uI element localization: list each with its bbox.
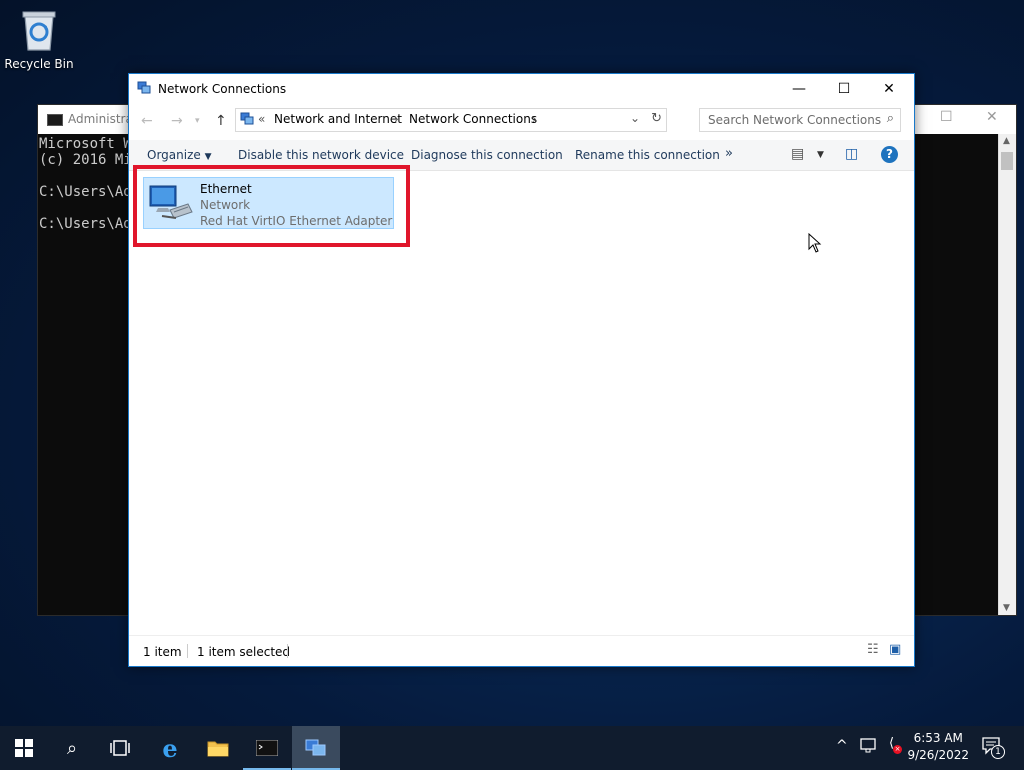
address-location-icon: [240, 112, 254, 125]
network-connections-window[interactable]: Network Connections — ☐ ✕ ← → ▾ ↑ « Netw…: [128, 73, 915, 667]
search-icon[interactable]: ⌕: [887, 111, 894, 126]
task-view-button[interactable]: [96, 726, 144, 770]
up-arrow-icon[interactable]: ↑: [215, 113, 227, 129]
view-dropdown-icon[interactable]: ▼: [817, 150, 824, 160]
network-tray-button[interactable]: [860, 738, 878, 757]
status-divider: [287, 644, 288, 658]
internet-explorer-button[interactable]: e: [146, 726, 194, 770]
clock-time: 6:53 AM: [913, 731, 963, 745]
network-tray-icon: [860, 738, 876, 753]
breadcrumb-network-connections[interactable]: Network Connections: [409, 112, 537, 126]
recent-locations-icon[interactable]: ▾: [195, 116, 200, 126]
change-view-icon[interactable]: ▤: [791, 146, 804, 162]
breadcrumb-overflow[interactable]: «: [258, 112, 265, 126]
volume-muted-badge-icon: ×: [893, 745, 902, 754]
search-box[interactable]: Search Network Connections ⌕: [699, 108, 901, 132]
cmd-icon: [256, 740, 278, 756]
scroll-down-icon[interactable]: ▼: [1003, 603, 1010, 613]
close-button[interactable]: ✕: [867, 78, 911, 100]
more-commands-button[interactable]: »: [725, 146, 733, 161]
minimize-button[interactable]: —: [777, 78, 821, 100]
highlight-ethernet-item: [133, 165, 410, 247]
search-placeholder: Search Network Connections: [708, 113, 882, 127]
recycle-bin-shortcut[interactable]: Recycle Bin: [4, 6, 74, 71]
organize-menu[interactable]: Organize ▼: [147, 148, 212, 162]
show-hidden-icons-chevron-icon[interactable]: ^: [836, 738, 848, 754]
refresh-icon[interactable]: ↻: [651, 111, 662, 126]
internet-explorer-icon: e: [162, 733, 178, 763]
action-center-button[interactable]: 1: [982, 737, 1005, 759]
windows-logo-icon: [15, 739, 33, 757]
forward-arrow-icon[interactable]: →: [171, 113, 183, 129]
item-count: 1 item: [143, 645, 182, 659]
breadcrumb-network-and-internet[interactable]: Network and Internet: [274, 112, 402, 126]
help-icon[interactable]: ?: [881, 146, 898, 163]
search-icon: ⌕: [66, 737, 78, 759]
diagnose-connection-button[interactable]: Diagnose this connection: [411, 148, 563, 162]
recycle-bin-icon: [22, 11, 56, 51]
network-connections-icon: [305, 739, 326, 756]
rename-connection-button[interactable]: Rename this connection: [575, 148, 720, 162]
back-arrow-icon[interactable]: ←: [141, 113, 153, 129]
notification-count-badge: 1: [991, 745, 1005, 759]
address-dropdown-icon[interactable]: ⌄: [630, 111, 640, 125]
file-explorer-button[interactable]: [194, 726, 242, 770]
clock-date: 9/26/2022: [907, 748, 969, 762]
search-taskbar-button[interactable]: ⌕: [48, 726, 96, 770]
maximize-button[interactable]: ☐: [822, 78, 866, 100]
navigation-bar: ← → ▾ ↑ « Network and Internet › Network…: [129, 105, 914, 137]
command-prompt-taskbar-button[interactable]: [243, 726, 291, 770]
cmd-scrollbar[interactable]: ▲ ▼: [998, 134, 1016, 615]
title-bar[interactable]: Network Connections — ☐ ✕: [129, 74, 914, 104]
disable-device-button[interactable]: Disable this network device: [238, 148, 404, 162]
task-view-icon: [110, 740, 130, 756]
mouse-cursor-icon: [808, 233, 822, 253]
status-bar: 1 item 1 item selected ☷ ▣: [129, 635, 914, 666]
network-connections-icon: [137, 81, 151, 94]
window-title: Network Connections: [158, 82, 287, 96]
cmd-app-icon: [47, 114, 63, 126]
taskbar: ⌕ e ^ ⟨ × 6:53 AM 9/26/2022 1: [0, 726, 1024, 770]
organize-dropdown-icon: ▼: [204, 152, 212, 162]
cmd-close-button[interactable]: ✕: [986, 109, 998, 125]
breadcrumb-chevron-icon[interactable]: ›: [532, 112, 537, 126]
scroll-thumb[interactable]: [1001, 152, 1013, 170]
preview-pane-icon[interactable]: ◫: [845, 146, 858, 162]
selected-count: 1 item selected: [197, 645, 291, 659]
status-divider: [187, 644, 188, 658]
address-bar[interactable]: « Network and Internet › Network Connect…: [235, 108, 667, 132]
system-clock[interactable]: 6:53 AM 9/26/2022: [907, 730, 969, 764]
folder-icon: [207, 741, 229, 757]
breadcrumb-separator-icon[interactable]: ›: [394, 112, 399, 126]
start-button[interactable]: [0, 726, 48, 770]
network-connections-taskbar-button[interactable]: [292, 726, 340, 770]
scroll-up-icon[interactable]: ▲: [1003, 136, 1010, 146]
cmd-output: Microsoft Wi (c) 2016 Mic C:\Users\Adm C…: [39, 136, 141, 232]
tiles-view-icon[interactable]: ▣: [889, 642, 901, 657]
recycle-bin-label: Recycle Bin: [4, 57, 74, 71]
cmd-maximize-button[interactable]: ☐: [940, 109, 953, 125]
details-view-icon[interactable]: ☷: [867, 642, 879, 657]
